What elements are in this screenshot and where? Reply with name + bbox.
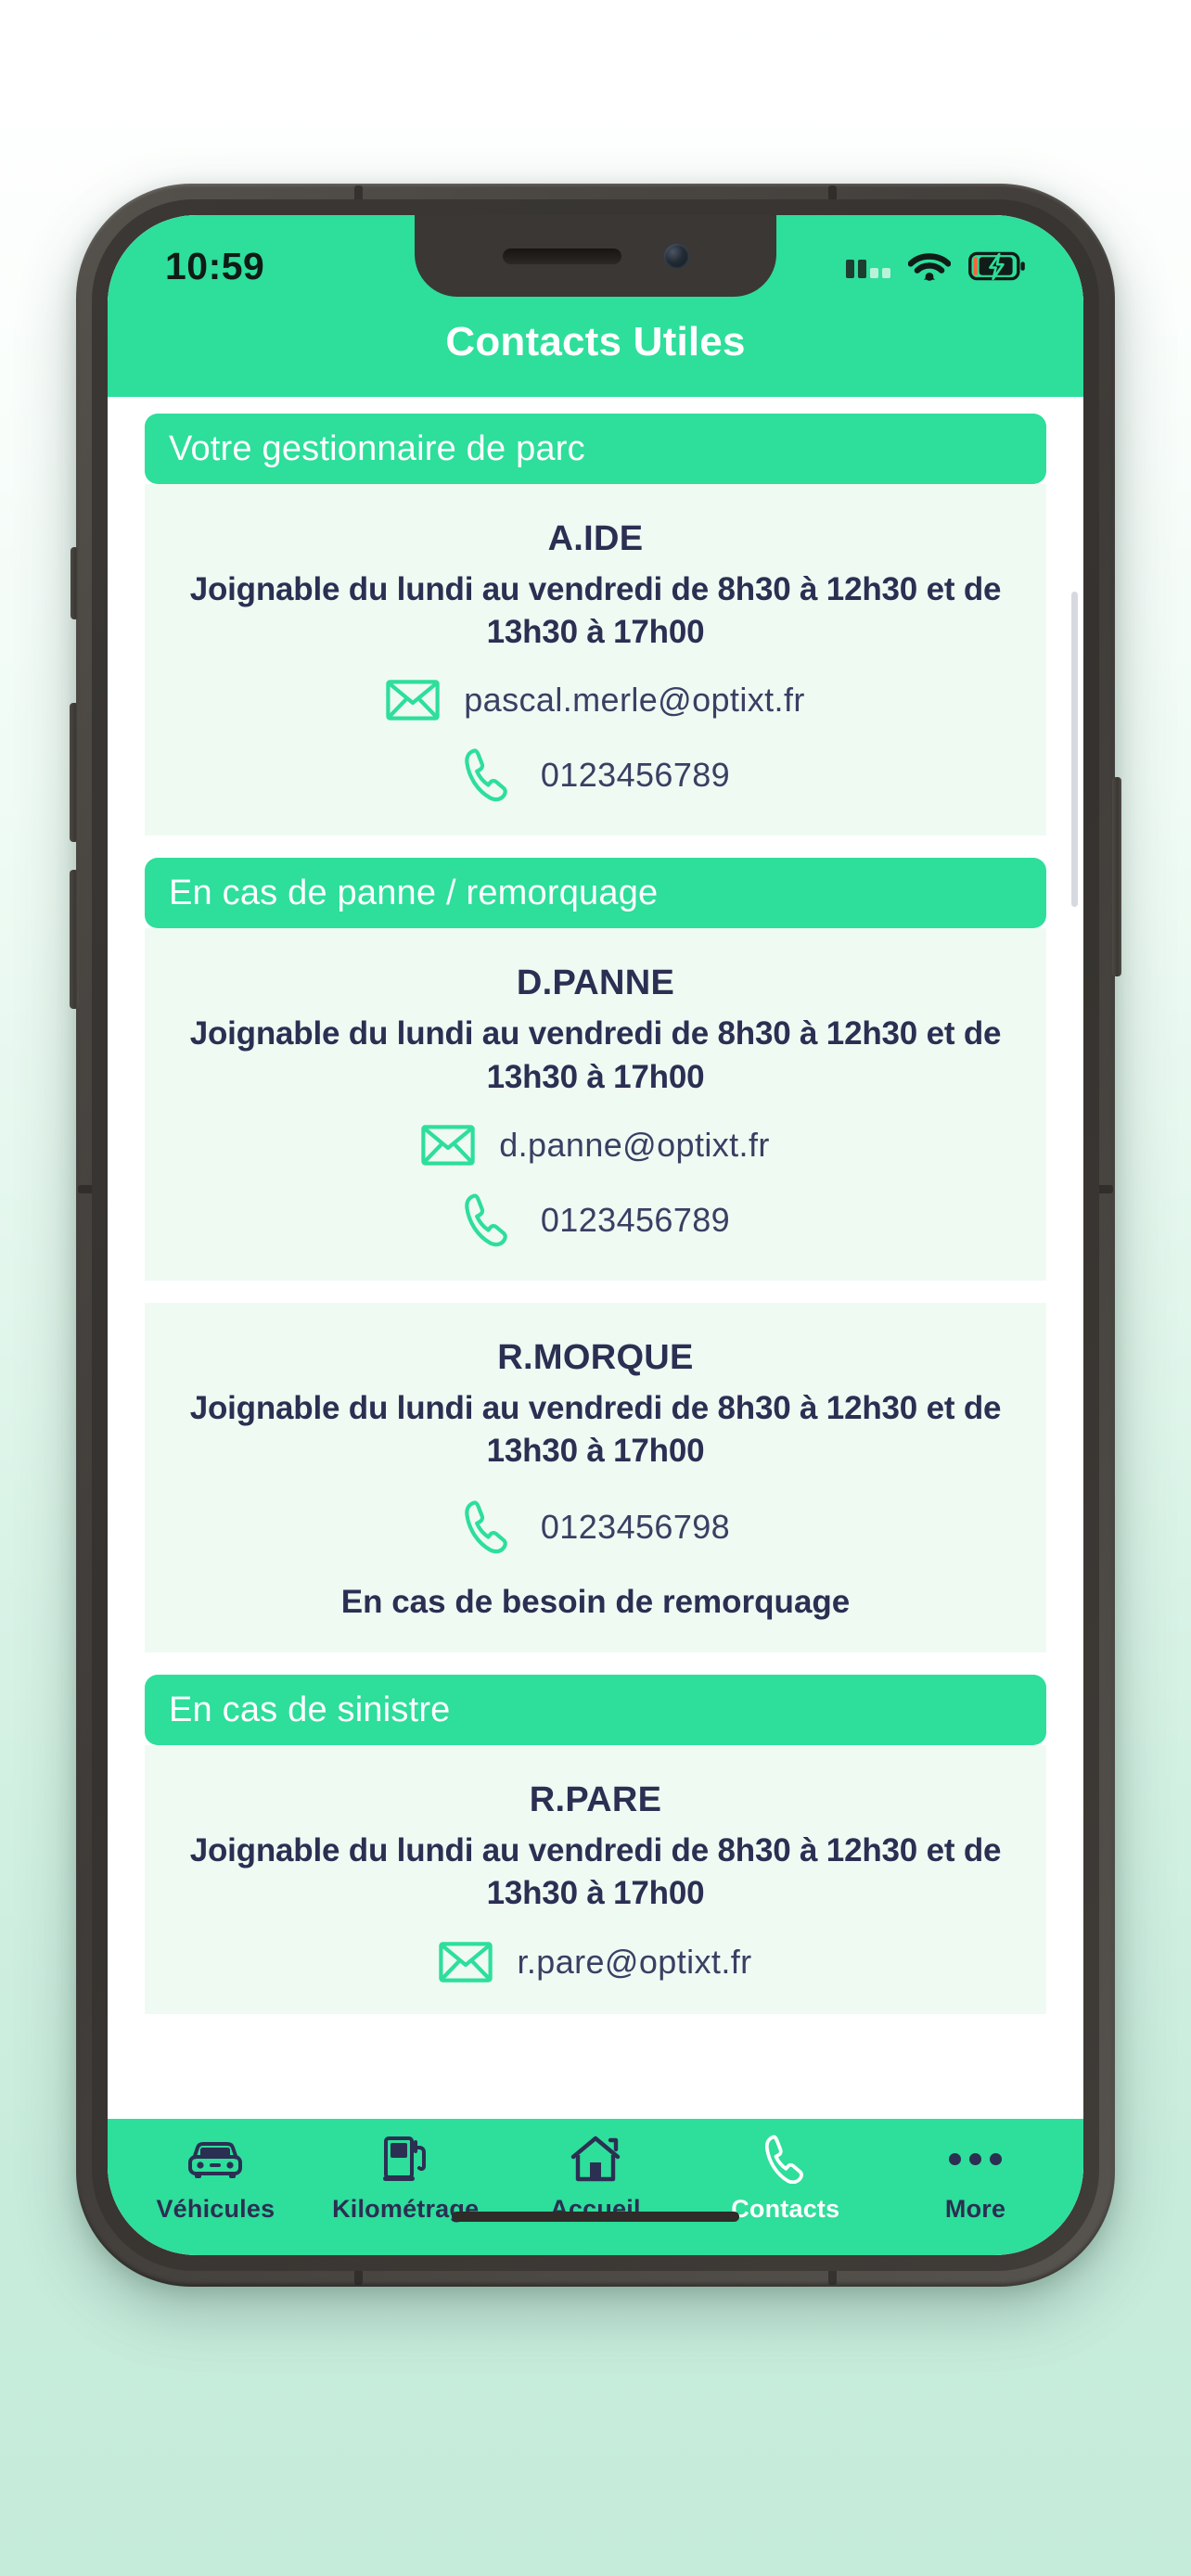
contact-email-value[interactable]: r.pare@optixt.fr — [517, 1943, 751, 1982]
contact-email-row[interactable]: r.pare@optixt.fr — [439, 1941, 751, 1983]
contact-phone-value[interactable]: 0123456798 — [541, 1508, 730, 1547]
contacts-list-scroll[interactable]: Votre gestionnaire de parc A.IDE Joignable… — [108, 397, 1083, 2116]
phone-icon — [461, 1498, 517, 1556]
tab-contacts[interactable]: Contacts — [690, 2134, 880, 2224]
fuel-pump-icon — [380, 2134, 430, 2184]
contact-email-value[interactable]: d.panne@optixt.fr — [499, 1126, 770, 1165]
section-header-label: En cas de sinistre — [169, 1690, 451, 1729]
contact-name: R.PARE — [529, 1780, 662, 1820]
ellipsis-icon — [949, 2134, 1003, 2184]
contact-email-row[interactable]: pascal.merle@optixt.fr — [386, 680, 804, 721]
contact-name: R.MORQUE — [497, 1337, 694, 1377]
tab-more[interactable]: More — [880, 2134, 1070, 2224]
mail-icon — [386, 680, 440, 721]
contact-phone-row[interactable]: 0123456789 — [461, 746, 730, 804]
contact-email-value[interactable]: pascal.merle@optixt.fr — [464, 681, 804, 720]
home-icon — [570, 2134, 621, 2184]
volume-up-button[interactable] — [70, 703, 79, 842]
section-header-label: En cas de panne / remorquage — [169, 873, 659, 912]
contact-email-row[interactable]: d.panne@optixt.fr — [421, 1125, 770, 1166]
section-header: En cas de sinistre — [145, 1675, 1046, 1746]
earpiece-speaker-icon — [502, 248, 621, 264]
contact-card[interactable]: R.MORQUE Joignable du lundi au vendredi d… — [145, 1302, 1046, 1653]
contact-card[interactable]: A.IDE Joignable du lundi au vendredi de 8… — [145, 484, 1046, 836]
contact-name: A.IDE — [547, 519, 644, 558]
front-camera-icon — [663, 243, 689, 269]
volume-down-button[interactable] — [70, 870, 79, 1009]
section-header: Votre gestionnaire de parc — [145, 414, 1046, 484]
contact-note: En cas de besoin de remorquage — [340, 1584, 851, 1621]
contact-hours: Joignable du lundi au vendredi de 8h30 à… — [189, 1015, 1002, 1095]
status-bar-time: 10:59 — [165, 244, 265, 287]
contact-phone-row[interactable]: 0123456798 — [461, 1498, 730, 1556]
wifi-icon — [908, 250, 951, 282]
app-header: Contacts Utiles — [108, 300, 1083, 397]
bottom-tab-bar: Véhicules Kilométrage Accueil Contacts More — [108, 2116, 1083, 2255]
mail-icon — [421, 1125, 475, 1166]
device-notch — [415, 215, 776, 297]
status-bar-icons — [846, 250, 1026, 282]
contact-phone-value[interactable]: 0123456789 — [541, 1201, 730, 1240]
contact-card[interactable]: D.PANNE Joignable du lundi au vendredi de… — [145, 928, 1046, 1281]
tab-kilomtrage[interactable]: Kilométrage — [311, 2134, 501, 2224]
app-root: 10:59 Contacts Utiles Votre gestionnaire… — [108, 215, 1083, 2255]
tab-accueil[interactable]: Accueil — [501, 2134, 691, 2224]
contact-phone-row[interactable]: 0123456789 — [461, 1192, 730, 1249]
phone-icon — [461, 746, 517, 804]
scrollbar-thumb[interactable] — [1071, 592, 1078, 907]
contact-hours: Joignable du lundi au vendredi de 8h30 à… — [189, 1389, 1002, 1469]
phone-icon — [762, 2134, 809, 2184]
phone-frame: 10:59 Contacts Utiles Votre gestionnaire… — [70, 184, 1121, 2287]
section-separator — [145, 835, 1046, 858]
cellular-signal-icon — [846, 254, 890, 278]
contact-name: D.PANNE — [516, 963, 675, 1003]
section-header-label: Votre gestionnaire de parc — [169, 428, 585, 468]
phone-screen: 10:59 Contacts Utiles Votre gestionnaire… — [108, 215, 1083, 2255]
car-icon — [186, 2134, 244, 2184]
tab-label: Véhicules — [156, 2195, 275, 2223]
battery-charging-icon — [968, 251, 1026, 281]
mute-switch-button[interactable] — [70, 547, 79, 619]
section-separator — [145, 1652, 1046, 1675]
contact-hours: Joignable du lundi au vendredi de 8h30 à… — [189, 1832, 1002, 1912]
power-button[interactable] — [1112, 777, 1121, 976]
section-header: En cas de panne / remorquage — [145, 858, 1046, 929]
top-green-area: 10:59 Contacts Utiles — [108, 215, 1083, 397]
phone-icon — [461, 1192, 517, 1249]
contact-hours: Joignable du lundi au vendredi de 8h30 à… — [189, 571, 1002, 651]
card-separator — [145, 1281, 1046, 1303]
tab-vhicules[interactable]: Véhicules — [121, 2134, 311, 2224]
tab-label: Contacts — [731, 2195, 840, 2223]
contact-card[interactable]: R.PARE Joignable du lundi au vendredi de … — [145, 1745, 1046, 2014]
phone-device-mockup: 10:59 Contacts Utiles Votre gestionnaire… — [70, 184, 1121, 2287]
contact-phone-value[interactable]: 0123456789 — [541, 756, 730, 795]
mail-icon — [439, 1941, 493, 1983]
page-title: Contacts Utiles — [445, 319, 746, 364]
tab-label: More — [944, 2195, 1006, 2223]
home-indicator — [452, 2212, 739, 2222]
